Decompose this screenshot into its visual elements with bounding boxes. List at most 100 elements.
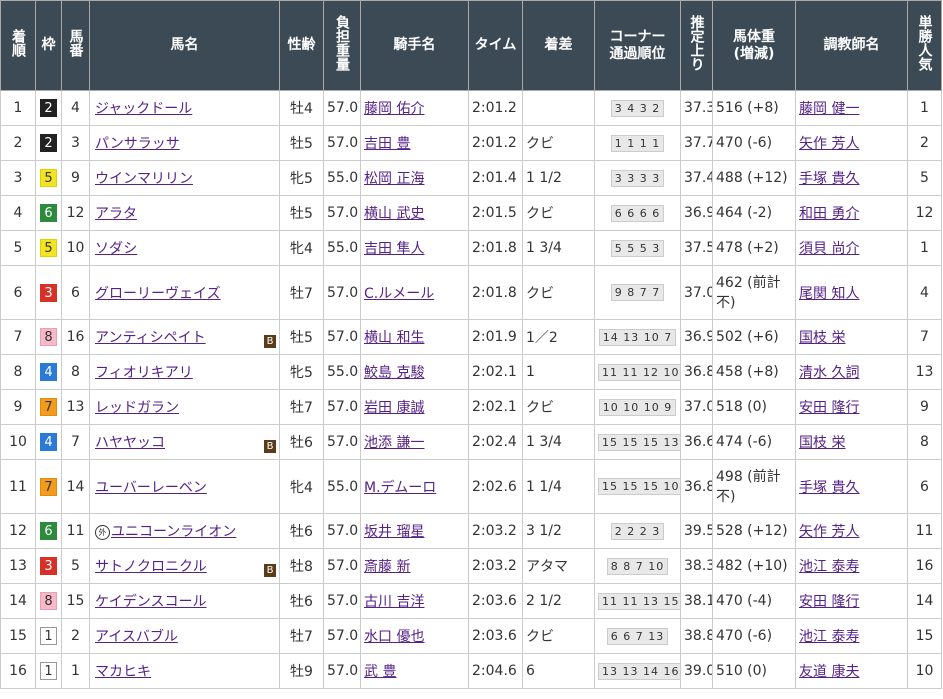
trainer-link[interactable]: 手塚 貴久 xyxy=(799,171,859,187)
sex-age: 牡5 xyxy=(290,206,313,222)
rank: 11 xyxy=(9,478,27,495)
jockey-link[interactable]: 鮫島 克駿 xyxy=(364,365,424,381)
horse-name-link[interactable]: ハヤヤッコ xyxy=(95,435,165,451)
horse-name-link[interactable]: アラタ xyxy=(95,206,137,222)
finish-time: 2:02.1 xyxy=(472,364,517,380)
body-weight-cell: 470 (-6) xyxy=(712,618,796,654)
trainer-link[interactable]: 国枝 栄 xyxy=(799,435,845,451)
body-weight: 518 (0) xyxy=(716,399,768,415)
jockey-link[interactable]: 吉田 豊 xyxy=(364,136,410,152)
trainer-link[interactable]: 矢作 芳人 xyxy=(799,136,859,152)
trainer-link[interactable]: 須貝 尚介 xyxy=(799,241,859,257)
foreign-trained-icon: 外 xyxy=(95,524,110,540)
popularity-cell: 7 xyxy=(907,319,942,355)
rank-cell: 3 xyxy=(0,160,36,196)
finish-time: 2:03.6 xyxy=(472,593,517,609)
header-jockey: 騎手名 xyxy=(360,0,469,91)
trainer-link[interactable]: 安田 隆行 xyxy=(799,400,859,416)
sex-age-cell: 牝4 xyxy=(279,230,324,266)
jockey-link[interactable]: 水口 優也 xyxy=(364,629,424,645)
horse-name-link[interactable]: ウインマリリン xyxy=(95,171,193,187)
rank: 14 xyxy=(9,593,27,609)
body-weight-cell: 462 (前計不) xyxy=(712,265,796,320)
jockey-link[interactable]: 武 豊 xyxy=(364,664,396,680)
trainer-cell: 手塚 貴久 xyxy=(795,160,908,196)
trainer-link[interactable]: 藤岡 健一 xyxy=(799,101,859,117)
corner-positions: 5 5 5 3 xyxy=(610,239,665,257)
horse-name-link[interactable]: サトノクロニクル xyxy=(95,559,207,575)
rank: 7 xyxy=(13,329,23,345)
jockey-link[interactable]: 横山 和生 xyxy=(364,330,424,346)
waku-badge: 6 xyxy=(40,522,57,540)
trainer-cell: 安田 隆行 xyxy=(795,389,908,425)
trainer-link[interactable]: 清水 久詞 xyxy=(799,365,859,381)
popularity: 11 xyxy=(915,523,934,539)
rank-cell: 2 xyxy=(0,125,36,161)
jockey-link[interactable]: 斎藤 新 xyxy=(364,559,410,575)
horse-name-link[interactable]: ソダシ xyxy=(95,241,137,257)
jockey-link[interactable]: C.ルメール xyxy=(364,286,434,302)
umaban-cell: 10 xyxy=(61,230,90,266)
horse-name-link[interactable]: アンティシペイト xyxy=(95,330,206,346)
waku-badge: 5 xyxy=(40,169,57,187)
trainer-link[interactable]: 池江 泰寿 xyxy=(799,559,859,575)
jockey-link[interactable]: 坂井 瑠星 xyxy=(364,524,424,540)
horse-name-link[interactable]: パンサラッサ xyxy=(95,136,180,152)
table-row: 2 2 3 パンサラッサ 牡5 57.0 吉田 豊 2:01.2 クビ 1 1 1 1 37.7 47… xyxy=(0,125,942,161)
trainer-cell: 和田 勇介 xyxy=(795,195,908,231)
jockey-cell: 吉田 豊 xyxy=(360,125,469,161)
waku-badge: 7 xyxy=(40,398,57,416)
umaban: 3 xyxy=(71,135,80,151)
jockey-link[interactable]: 藤岡 佑介 xyxy=(364,101,424,117)
trainer-cell: 尾関 知人 xyxy=(795,265,908,320)
body-weight-cell: 478 (+2) xyxy=(712,230,796,266)
rank: 3 xyxy=(13,170,23,186)
jockey-link[interactable]: 横山 武史 xyxy=(364,206,424,222)
trainer-link[interactable]: 手塚 貴久 xyxy=(799,480,859,496)
jockey-link[interactable]: 岩田 康誠 xyxy=(364,400,424,416)
corner-positions: 1 1 1 1 xyxy=(610,134,665,152)
horse-name-link[interactable]: ケイデンスコール xyxy=(95,594,206,610)
rank: 2 xyxy=(13,135,23,151)
horse-name-link[interactable]: ジャックドール xyxy=(95,101,192,117)
corner-cell: 11 11 13 15 xyxy=(594,583,681,619)
margin: 1 xyxy=(526,364,535,380)
trainer-link[interactable]: 尾関 知人 xyxy=(799,286,859,302)
margin-cell: 2 1/2 xyxy=(522,583,595,619)
trainer-link[interactable]: 国枝 栄 xyxy=(799,330,845,346)
sex-age: 牡5 xyxy=(290,330,313,346)
weight-carried-cell: 57.0 xyxy=(323,653,361,689)
horse-name-link[interactable]: マカヒキ xyxy=(95,664,151,680)
trainer-cell: 池江 泰寿 xyxy=(795,618,908,654)
jockey-cell: 古川 吉洋 xyxy=(360,583,469,619)
popularity: 16 xyxy=(915,558,934,574)
jockey-link[interactable]: 古川 吉洋 xyxy=(364,594,424,610)
jockey-link[interactable]: M.デムーロ xyxy=(364,480,436,496)
umaban: 10 xyxy=(66,240,85,256)
horse-name-link[interactable]: アイスバブル xyxy=(95,629,178,645)
time-cell: 2:03.6 xyxy=(468,618,523,654)
sex-age: 牡7 xyxy=(290,285,313,302)
horse-name-link[interactable]: ユーバーレーベン xyxy=(95,480,207,496)
trainer-link[interactable]: 池江 泰寿 xyxy=(799,629,859,645)
body-weight-cell: 502 (+6) xyxy=(712,319,796,355)
horse-name-link[interactable]: フィオリキアリ xyxy=(95,365,193,381)
sex-age: 牡6 xyxy=(290,435,313,451)
horse-name-link[interactable]: ユニコーンライオン xyxy=(111,524,236,540)
body-weight: 498 (前計不) xyxy=(716,468,781,505)
jockey-link[interactable]: 松岡 正海 xyxy=(364,171,424,187)
horse-name-link[interactable]: グローリーヴェイズ xyxy=(95,286,221,302)
weight-carried: 55.0 xyxy=(327,240,359,256)
horse-cell: フィオリキアリ xyxy=(89,354,280,390)
weight-carried-cell: 57.0 xyxy=(323,90,361,126)
trainer-link[interactable]: 和田 勇介 xyxy=(799,206,859,222)
jockey-link[interactable]: 池添 謙一 xyxy=(364,435,424,451)
blinker-icon: B xyxy=(264,439,276,453)
horse-name-link[interactable]: レッドガラン xyxy=(95,400,179,416)
corner-cell: 5 5 5 3 xyxy=(594,230,681,266)
jockey-link[interactable]: 吉田 隼人 xyxy=(364,241,424,257)
trainer-link[interactable]: 友道 康夫 xyxy=(799,664,859,680)
trainer-link[interactable]: 矢作 芳人 xyxy=(799,524,859,540)
trainer-link[interactable]: 安田 隆行 xyxy=(799,594,859,610)
sex-age-cell: 牡8 xyxy=(279,548,324,584)
